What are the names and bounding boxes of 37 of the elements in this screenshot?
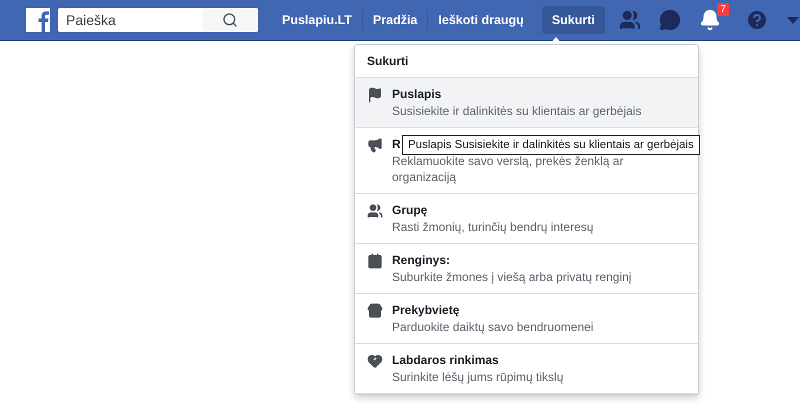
search-box[interactable]: Paieška [58,8,258,32]
menu-item[interactable]: Prekybvietę Parduokite daiktų savo bendruomenei [355,294,698,344]
nav-link[interactable]: Puslapiu.LT [272,6,362,34]
calendar-icon [367,253,383,269]
caret-icon[interactable] [786,16,799,24]
messenger-icon[interactable] [658,9,681,31]
menu-item[interactable]: Labdaros rinkimas Surinkite lėšų jums rūpimų tikslų [355,344,698,394]
search-icon [222,12,238,28]
item-title: R [392,137,401,151]
search-button[interactable] [202,8,258,32]
menu-item[interactable]: Grupę Rasti žmonių, turinčių bendrų interesų [355,194,698,244]
item-description: Rasti žmonių, turinčių bendrų interesų [392,219,594,235]
logo-icon[interactable] [26,8,50,32]
menu-item[interactable]: Renginys: Suburkite žmones į viešą arba privatų renginį [355,244,698,294]
item-description: Surinkite lėšų jums rūpimų tikslų [392,369,564,385]
bell-icon[interactable] [698,9,721,31]
item-title: Grupę [392,203,428,217]
nav-link[interactable]: Ieškoti draugų [428,6,534,34]
item-description: Reklamuokite savo verslą, prekės ženklą ar organizaciją [392,153,624,185]
item-description: Suburkite žmones į viešą arba privatų renginį [392,269,632,285]
item-title: Renginys: [392,253,450,267]
store-icon [367,303,383,319]
item-title: Puslapis [392,87,442,101]
friends-icon[interactable] [618,9,641,31]
item-title: Prekybvietę [392,303,460,317]
menu-item[interactable]: Puslapis Susisiekite ir dalinkitės su klientais ar gerbėjais [355,78,698,128]
nav-link[interactable]: Pradžia [362,6,428,34]
heart-icon [367,353,383,369]
people-icon [367,203,383,219]
tooltip: Puslapis Susisiekite ir dalinkitės su klientais ar gerbėjais [402,135,700,155]
item-description: Susisiekite ir dalinkitės su klientais ar gerbėjais [392,103,642,119]
flag-icon [367,87,383,103]
item-title: Labdaros rinkimas [392,353,499,367]
notification-badge: 7 [717,3,729,16]
nav-link[interactable]: Sukurti [542,6,605,34]
item-description: Parduokite daiktų savo bendruomenei [392,319,594,335]
megaphone-icon [367,137,383,153]
